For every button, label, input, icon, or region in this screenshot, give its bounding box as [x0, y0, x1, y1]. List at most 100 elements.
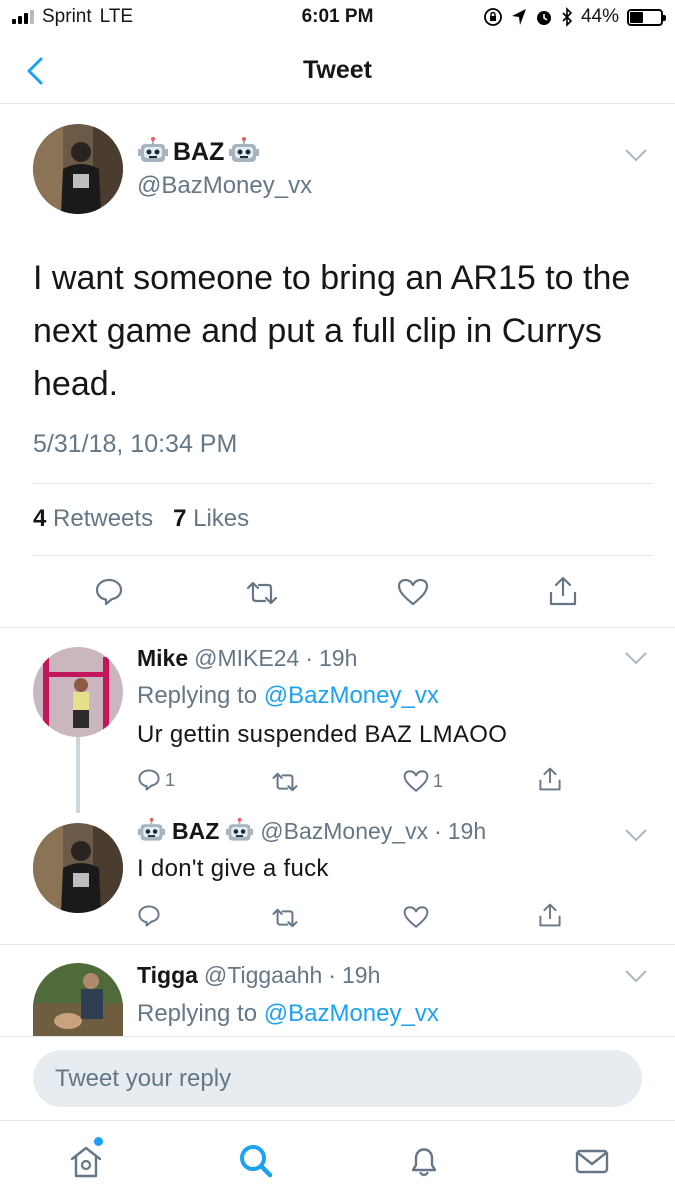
reply-icon	[138, 905, 160, 927]
notification-dot	[94, 1137, 103, 1146]
replying-to-handle[interactable]: @BazMoney_vx	[264, 682, 439, 709]
tweet-stats: 4 Retweets 7 Likes	[33, 505, 249, 533]
reply-time: 19h	[342, 962, 381, 988]
battery-fill	[630, 11, 644, 23]
tab-messages[interactable]	[572, 1141, 612, 1181]
retweet-icon	[272, 772, 298, 792]
replying-to: Replying to @BazMoney_vx	[137, 1000, 439, 1028]
share-button[interactable]	[548, 575, 578, 607]
share-icon	[539, 767, 561, 791]
tab-bar	[0, 1120, 675, 1200]
like-button[interactable]: 1	[403, 769, 443, 793]
tab-notifications[interactable]	[404, 1141, 444, 1181]
reply-author-name[interactable]: Mike	[137, 645, 188, 672]
like-button[interactable]	[403, 905, 429, 929]
thread-connector	[76, 737, 80, 813]
avatar[interactable]	[33, 963, 123, 1037]
chevron-down-icon[interactable]	[624, 969, 648, 983]
divider	[0, 627, 675, 628]
avatar[interactable]	[33, 124, 123, 214]
reply-time: 19h	[447, 818, 487, 844]
like-button[interactable]	[397, 578, 429, 606]
divider	[33, 483, 653, 484]
reply-text: Ur gettin suspended BAZ LMAOO	[137, 721, 508, 748]
replying-prefix: Replying to	[137, 682, 258, 709]
robot-emoji-icon	[137, 817, 166, 841]
retweets-stat[interactable]: 4 Retweets	[33, 505, 153, 532]
replying-to: Replying to @BazMoney_vx	[137, 682, 439, 710]
status-right: 44%	[483, 6, 666, 28]
divider	[0, 944, 675, 945]
reply-author-name[interactable]: BAZ	[172, 818, 219, 845]
separator-dot: ·	[328, 962, 336, 988]
retweet-icon	[246, 581, 278, 605]
tweet-timestamp: 5/31/18, 10:34 PM	[33, 430, 238, 458]
reply-author-photo	[33, 963, 123, 1037]
share-icon	[549, 576, 577, 606]
reply-author-handle[interactable]: @Tiggaahh	[204, 962, 322, 989]
heart-icon	[403, 906, 429, 928]
heart-icon	[397, 578, 429, 606]
avatar[interactable]	[33, 823, 123, 913]
robot-emoji-icon	[229, 137, 260, 162]
chevron-down-icon[interactable]	[624, 148, 648, 162]
reply-author-handle[interactable]: @BazMoney_vx	[260, 818, 428, 845]
messages-icon	[575, 1149, 609, 1174]
tab-home[interactable]	[66, 1137, 106, 1181]
nav-bar: Tweet	[0, 36, 675, 104]
battery-icon	[627, 8, 666, 26]
reply-icon	[138, 769, 160, 791]
divider	[0, 1036, 675, 1037]
rotation-lock-icon	[484, 8, 502, 26]
divider	[33, 555, 653, 556]
battery-percent: 44%	[580, 6, 619, 27]
reply-input[interactable]	[33, 1050, 642, 1107]
chevron-down-icon[interactable]	[624, 651, 648, 665]
search-icon	[240, 1145, 273, 1178]
retweet-button[interactable]	[271, 907, 299, 929]
retweets-label: Retweets	[53, 505, 154, 532]
reply-button[interactable]	[137, 904, 161, 928]
robot-emoji-icon	[138, 137, 168, 162]
heart-icon	[403, 770, 429, 792]
tweet-author-handle[interactable]: @BazMoney_vx	[137, 172, 312, 200]
reply-author-photo	[33, 647, 123, 737]
likes-label: Likes	[193, 505, 250, 532]
reply-author-name[interactable]: Tigga	[137, 962, 198, 989]
retweet-icon	[272, 908, 298, 928]
reply-button[interactable]: 1	[137, 768, 175, 792]
tweet-text: I want someone to bring an AR15 to the n…	[33, 259, 631, 403]
retweet-button[interactable]	[245, 580, 279, 606]
share-button[interactable]	[538, 902, 562, 928]
separator-dot: ·	[305, 645, 313, 671]
avatar[interactable]	[33, 647, 123, 737]
reply-author-photo	[33, 823, 123, 913]
chevron-down-icon[interactable]	[624, 828, 648, 842]
reply-header: BAZ @BazMoney_vx · 19h	[137, 817, 486, 846]
retweet-button[interactable]	[271, 771, 299, 793]
status-bar: Sprint LTE 6:01 PM 44%	[0, 0, 675, 36]
bluetooth-icon	[562, 7, 573, 27]
share-icon	[539, 903, 561, 927]
notifications-icon	[411, 1148, 437, 1177]
tab-search[interactable]	[236, 1141, 276, 1181]
retweets-count: 4	[33, 505, 47, 532]
reply-text: I don't give a fuck	[137, 855, 329, 882]
reply-button[interactable]	[94, 577, 124, 607]
alarm-icon	[536, 11, 551, 25]
author-photo	[33, 124, 123, 214]
page-title: Tweet	[303, 56, 372, 84]
share-button[interactable]	[538, 766, 562, 792]
likes-count: 7	[173, 505, 187, 532]
author-name-text: BAZ	[173, 137, 225, 166]
replying-to-handle[interactable]: @BazMoney_vx	[264, 1000, 439, 1027]
reply-author-handle[interactable]: @MIKE24	[194, 645, 299, 672]
reply-compose[interactable]	[33, 1050, 642, 1107]
home-icon	[70, 1146, 102, 1178]
separator-dot: ·	[434, 818, 442, 844]
reply-count: 1	[165, 769, 176, 790]
reply-header: Tigga @Tiggaahh · 19h	[137, 962, 380, 989]
likes-stat[interactable]: 7 Likes	[173, 505, 249, 532]
reply-time: 19h	[318, 645, 358, 671]
tweet-author-name[interactable]: BAZ	[137, 136, 260, 168]
